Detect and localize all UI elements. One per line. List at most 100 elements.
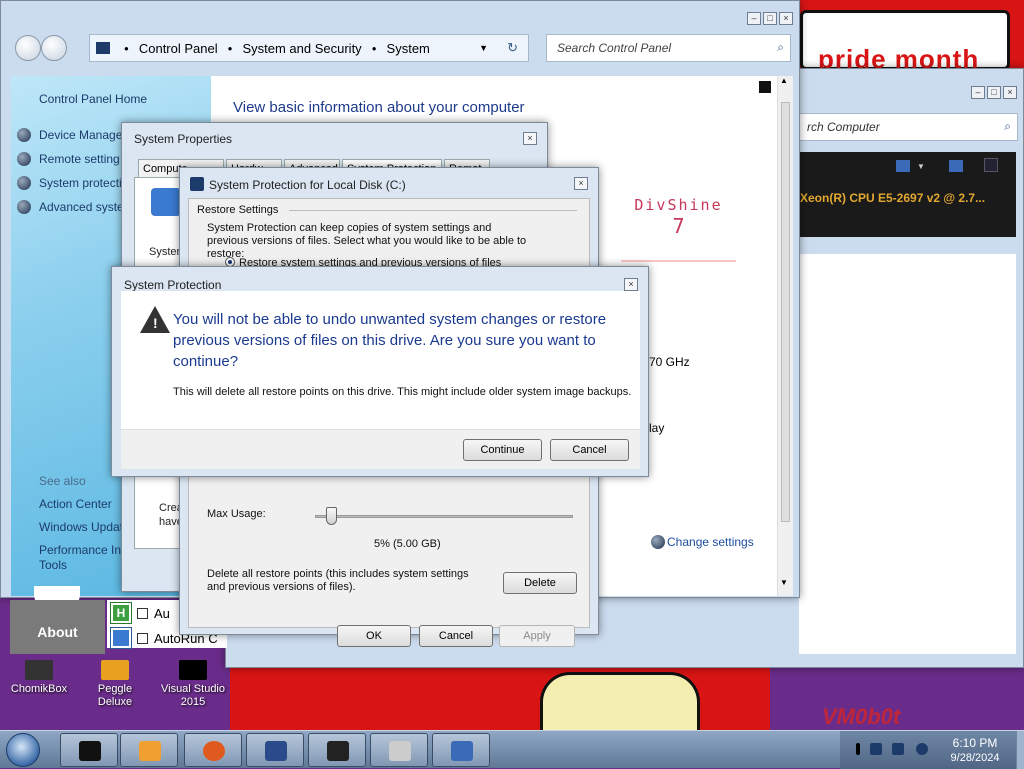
minimize-button[interactable]: – <box>747 12 761 25</box>
about-label: About <box>37 624 78 640</box>
desktop-icon-visual-studio[interactable]: Visual Studio 2015 <box>158 660 228 709</box>
device-manager-link[interactable]: Device Manage <box>39 128 122 142</box>
show-desktop-button[interactable] <box>1016 731 1024 769</box>
taskbar-app-button[interactable] <box>184 733 242 767</box>
close-button[interactable]: × <box>779 12 793 25</box>
peggle-icon <box>101 660 129 680</box>
max-usage-slider-thumb[interactable] <box>326 507 337 525</box>
breadcrumb-system[interactable]: System <box>387 41 430 56</box>
computer-search-input[interactable]: rch Computer ⌕ <box>796 113 1018 141</box>
taskbar-app-button[interactable] <box>246 733 304 767</box>
breadcrumb-separator: ● <box>124 43 129 53</box>
app-icon: H <box>110 602 132 624</box>
dialog-title: System Protection <box>124 278 222 292</box>
dialog-title: System Protection for Local Disk (C:) <box>209 178 406 192</box>
continue-button[interactable]: Continue <box>463 439 542 461</box>
close-button[interactable]: × <box>523 132 537 145</box>
search-placeholder: Search Control Panel <box>557 41 672 55</box>
taskbar: 6:10 PM 9/28/2024 <box>0 730 1024 769</box>
change-settings-label: Change settings <box>667 535 754 549</box>
monitor-icon <box>896 160 910 172</box>
performance-tools-link[interactable]: Tools <box>39 558 67 572</box>
taskbar-app-button[interactable] <box>60 733 118 767</box>
wallpaper-yellow-shape <box>540 672 700 730</box>
delete-button[interactable]: Delete <box>503 572 577 594</box>
navigation-bar: ● Control Panel ● System and Security ● … <box>9 31 539 65</box>
cancel-button[interactable]: Cancel <box>550 439 629 461</box>
back-button[interactable] <box>15 35 41 61</box>
chevron-down-icon[interactable]: ▼ <box>479 43 488 53</box>
close-button[interactable]: × <box>574 177 588 190</box>
apply-button[interactable]: Apply <box>499 625 575 647</box>
control-panel-home-link[interactable]: Control Panel Home <box>39 92 147 106</box>
maximize-button[interactable]: □ <box>763 12 777 25</box>
breadcrumb-control-panel[interactable]: Control Panel <box>139 41 218 56</box>
advanced-system-settings-link[interactable]: Advanced syste <box>39 200 124 214</box>
oem-logo-line1: DivShine <box>634 196 723 214</box>
action-center-link[interactable]: Action Center <box>39 497 112 511</box>
clock-time[interactable]: 6:10 PM <box>940 736 1010 750</box>
windows-update-link[interactable]: Windows Updat <box>39 520 123 534</box>
maximize-button[interactable]: □ <box>987 86 1001 99</box>
scroll-up-icon[interactable]: ▲ <box>780 76 788 85</box>
main-instruction: You will not be able to undo unwanted sy… <box>173 311 607 370</box>
scrollbar[interactable]: ▲ ▼ <box>777 76 793 596</box>
system-protection-link[interactable]: System protecti <box>39 176 122 190</box>
usage-value: 5% (5.00 GB) <box>374 538 441 550</box>
chevron-down-icon[interactable]: ▼ <box>917 162 925 171</box>
cancel-button[interactable]: Cancel <box>419 625 493 647</box>
tray-icon[interactable] <box>870 743 882 755</box>
oem-logo-line2: 7 <box>672 214 685 238</box>
list-item[interactable]: H Au <box>110 602 170 624</box>
remote-settings-link[interactable]: Remote setting <box>39 152 120 166</box>
desktop-icon-chomikbox[interactable]: ChomikBox <box>4 660 74 696</box>
close-button[interactable]: × <box>624 278 638 291</box>
help-icon[interactable] <box>759 81 771 93</box>
taskbar-app-button[interactable] <box>432 733 490 767</box>
refresh-icon[interactable]: ↻ <box>507 40 518 56</box>
ok-button[interactable]: OK <box>337 625 411 647</box>
search-icon[interactable]: ⌕ <box>777 40 784 55</box>
desktop-icon-label: Visual Studio 2015 <box>160 683 225 708</box>
start-button[interactable] <box>6 733 40 767</box>
window-controls: – □ × <box>745 12 793 25</box>
dialog-title: System Properties <box>134 132 233 146</box>
address-bar[interactable]: ● Control Panel ● System and Security ● … <box>89 34 529 62</box>
taskbar-app-button[interactable] <box>308 733 366 767</box>
tray-divider <box>856 743 860 755</box>
volume-icon[interactable] <box>916 743 928 755</box>
max-usage-slider-track[interactable] <box>315 515 573 518</box>
desktop-icon-peggle[interactable]: Peggle Deluxe <box>80 660 150 709</box>
search-icon[interactable]: ⌕ <box>1004 119 1011 134</box>
breadcrumb-system-security[interactable]: System and Security <box>242 41 361 56</box>
checkbox[interactable] <box>137 632 148 644</box>
scroll-down-icon[interactable]: ▼ <box>780 578 788 587</box>
about-button[interactable]: About <box>10 600 105 654</box>
taskbar-app-button[interactable] <box>120 733 178 767</box>
installer-icon <box>389 741 411 761</box>
control-panel-search-input[interactable]: Search Control Panel ⌕ <box>546 34 791 62</box>
control-panel-icon <box>96 42 110 54</box>
forward-button[interactable] <box>41 35 67 61</box>
delete-description: Delete all restore points (this includes… <box>207 568 469 593</box>
network-icon[interactable] <box>892 743 904 755</box>
system-protection-confirm-dialog: System Protection × ! You will not be ab… <box>111 266 649 477</box>
system-icon <box>151 188 181 216</box>
checkbox[interactable] <box>137 607 148 619</box>
clock-date[interactable]: 9/28/2024 <box>940 752 1010 764</box>
scroll-thumb[interactable] <box>781 102 790 522</box>
change-settings-link[interactable]: Change settings <box>651 535 754 549</box>
processor-speed-text: 70 GHz <box>649 355 690 369</box>
display-text: lay <box>649 421 665 435</box>
page-title: View basic information about your comput… <box>233 99 525 116</box>
list-item-label: Au <box>154 605 170 621</box>
drive-icon <box>190 177 204 191</box>
close-button[interactable]: × <box>1003 86 1017 99</box>
oem-logo: DivShine 7 <box>621 196 736 262</box>
performance-info-link[interactable]: Performance In <box>39 543 121 557</box>
computer-content-pane <box>799 254 1016 654</box>
taskbar-app-button[interactable] <box>370 733 428 767</box>
autorun-icon <box>110 627 132 649</box>
divider <box>289 210 577 211</box>
minimize-button[interactable]: – <box>971 86 985 99</box>
